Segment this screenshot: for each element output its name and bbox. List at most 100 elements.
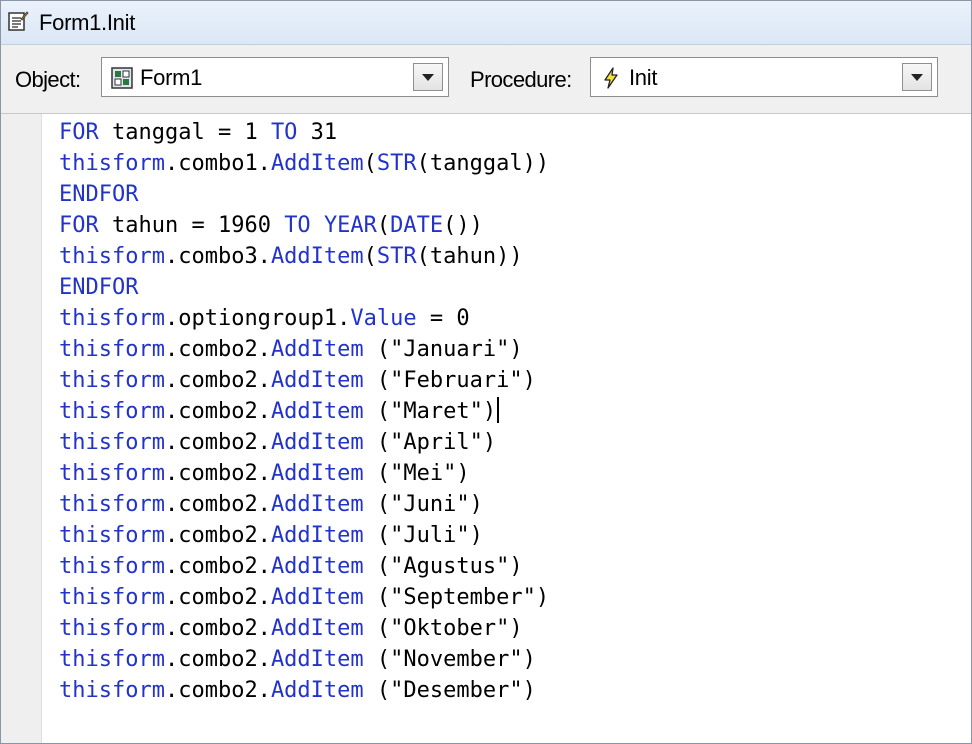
code-text: = 0 <box>416 306 470 331</box>
code-keyword: AddItem <box>270 585 364 610</box>
code-keyword: YEAR <box>323 213 377 238</box>
code-keyword: thisform <box>59 337 165 362</box>
code-keyword: AddItem <box>270 461 364 486</box>
code-keyword: ENDFOR <box>59 275 139 300</box>
code-text: ("Desember") <box>363 678 536 703</box>
object-dropdown-button[interactable] <box>413 63 443 91</box>
code-keyword: thisform <box>59 678 165 703</box>
code-text: ("Mei") <box>363 461 470 486</box>
code-keyword: STR <box>376 151 417 176</box>
code-line: thisform.combo2.AddItem ("Juni") <box>59 489 549 520</box>
code-keyword: AddItem <box>270 647 364 672</box>
code-keyword: ENDFOR <box>59 182 139 207</box>
code-keyword: AddItem <box>270 616 364 641</box>
code-text: ("November") <box>363 647 536 672</box>
code-keyword: AddItem <box>270 678 364 703</box>
title-bar: Form1.Init <box>1 1 971 45</box>
code-keyword: thisform <box>59 399 165 424</box>
code-line: thisform.combo2.AddItem ("September") <box>59 582 549 613</box>
code-line: thisform.combo2.AddItem ("Januari") <box>59 334 549 365</box>
code-line: thisform.combo2.AddItem ("Agustus") <box>59 551 549 582</box>
lightning-icon <box>604 67 618 89</box>
code-text: ()) <box>443 213 483 238</box>
code-keyword: TO <box>284 213 311 238</box>
object-value: Form1 <box>140 65 203 90</box>
code-text: ("Januari") <box>363 337 523 362</box>
code-line: thisform.combo2.AddItem ("Mei") <box>59 458 549 489</box>
code-line: thisform.combo2.AddItem ("Oktober") <box>59 613 549 644</box>
code-line: thisform.combo2.AddItem ("Juli") <box>59 520 549 551</box>
code-text: .combo3. <box>164 244 271 269</box>
code-text: ("September") <box>363 585 550 610</box>
code-line: ENDFOR <box>59 179 549 210</box>
code-keyword: thisform <box>59 244 165 269</box>
code-text: (tahun)) <box>416 244 523 269</box>
code-keyword: thisform <box>59 585 165 610</box>
code-text: .combo2. <box>164 430 271 455</box>
code-text: .combo2. <box>164 461 271 486</box>
code-keyword: AddItem <box>270 554 364 579</box>
code-keyword: AddItem <box>270 337 364 362</box>
code-text: .combo2. <box>164 585 271 610</box>
code-keyword: thisform <box>59 306 165 331</box>
code-text: ("Oktober") <box>363 616 523 641</box>
chevron-down-icon <box>911 74 923 81</box>
code-text: .combo2. <box>164 492 271 517</box>
code-keyword: thisform <box>59 554 165 579</box>
code-text: .combo2. <box>164 616 271 641</box>
code-line: thisform.combo2.AddItem ("Maret") <box>59 396 549 427</box>
procedure-value: Init <box>629 65 658 90</box>
code-text: .combo2. <box>164 523 271 548</box>
code-keyword: FOR <box>59 213 99 238</box>
code-text: .combo2. <box>164 368 271 393</box>
code-keyword: thisform <box>59 492 165 517</box>
code-line: thisform.combo2.AddItem ("Februari") <box>59 365 549 396</box>
code-line: ENDFOR <box>59 272 549 303</box>
form-code-icon <box>8 11 29 31</box>
code-keyword: FOR <box>59 120 99 145</box>
text-cursor <box>497 397 500 423</box>
code-keyword: thisform <box>59 523 165 548</box>
code-keyword: AddItem <box>270 399 364 424</box>
code-keyword: thisform <box>59 368 165 393</box>
code-text: ("Agustus") <box>363 554 523 579</box>
code-line: thisform.combo2.AddItem ("Desember") <box>59 675 549 706</box>
object-dropdown[interactable]: Form1 <box>101 57 449 97</box>
procedure-dropdown-button[interactable] <box>902 63 932 91</box>
code-text: tanggal = 1 <box>98 120 271 145</box>
code-editor-window: Form1.Init Object: Form1 Procedure: Init <box>0 0 972 744</box>
code-keyword: thisform <box>59 151 165 176</box>
code-text: ( <box>363 244 377 269</box>
object-label: Object: <box>15 67 81 92</box>
code-text: .combo2. <box>164 337 271 362</box>
code-keyword: thisform <box>59 461 165 486</box>
code-text: ("Februari") <box>363 368 536 393</box>
code-text: ( <box>363 151 377 176</box>
code-keyword: TO <box>270 120 298 145</box>
code-text-area[interactable]: FOR tanggal = 1 TO 31 thisform.combo1.Add… <box>59 117 549 706</box>
code-text: .combo2. <box>164 554 271 579</box>
code-text: .combo2. <box>164 399 271 424</box>
code-keyword: AddItem <box>270 244 364 269</box>
code-line: thisform.combo1.AddItem(STR(tanggal)) <box>59 148 549 179</box>
code-keyword: AddItem <box>270 151 364 176</box>
code-keyword: AddItem <box>270 368 364 393</box>
code-text: (tanggal)) <box>416 151 550 176</box>
procedure-dropdown[interactable]: Init <box>590 57 938 97</box>
code-keyword: AddItem <box>270 492 364 517</box>
code-editor[interactable]: FOR tanggal = 1 TO 31 thisform.combo1.Add… <box>1 114 971 743</box>
code-line: thisform.optiongroup1.Value = 0 <box>59 303 549 334</box>
code-keyword: DATE <box>390 213 444 238</box>
code-line: thisform.combo2.AddItem ("November") <box>59 644 549 675</box>
code-keyword: STR <box>376 244 417 269</box>
editor-gutter <box>1 114 42 743</box>
chevron-down-icon <box>422 74 434 81</box>
code-line: thisform.combo2.AddItem ("April") <box>59 427 549 458</box>
code-text: tahun = 1960 <box>98 213 285 238</box>
code-keyword: thisform <box>59 616 165 641</box>
code-text: ( <box>376 213 391 238</box>
code-line: FOR tahun = 1960 TO YEAR(DATE()) <box>59 210 549 241</box>
object-procedure-bar: Object: Form1 Procedure: Init <box>1 45 971 114</box>
code-line: thisform.combo3.AddItem(STR(tahun)) <box>59 241 549 272</box>
